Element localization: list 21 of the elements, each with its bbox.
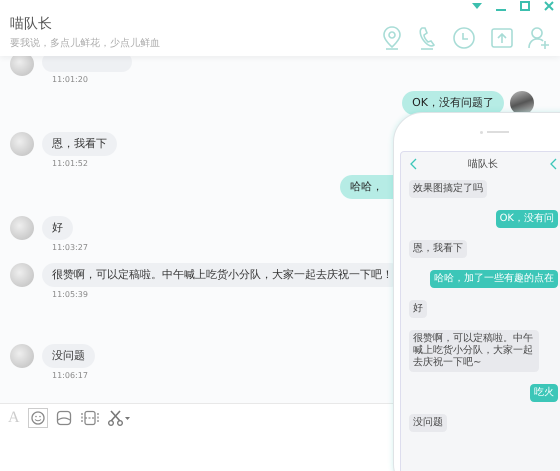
message-bubble: OK，没有问 [496,210,558,228]
message-bubble: 哈哈，加了一些有趣的点在 [430,270,558,288]
message-bubble: 好 [409,300,427,318]
message-bubble: 恩，我看下 [409,240,467,258]
message-bubble: 吃火 [530,384,558,402]
message-bubble: 哈哈， [340,175,393,199]
message-bubble: 恩，我看下 [42,132,117,156]
message-time: 11:01:20 [51,75,88,84]
phone-chat-title: 喵队长 [467,158,499,171]
chat-title: 喵队长 [10,15,53,33]
message-time: 11:06:17 [51,371,88,380]
message-time: 11:01:52 [51,159,88,168]
message-bubble: 没问题 [42,344,95,368]
message-time: 11:05:39 [51,290,88,299]
message-bubble: OK，没有问题了 [402,91,504,115]
message-time: 11:03:27 [51,243,88,252]
message-bubble: 好 [42,216,73,240]
message-bubble: 没问题 [409,414,447,432]
message-bubble: 很赞啊，可以定稿啦。中午喊上吃货小分队，大家一起去庆祝一下吧~ [409,330,539,372]
chat-subtitle: 要我说，多点儿鲜花，少点儿鲜血 [10,36,160,50]
message-bubble: 效果图搞定了吗 [409,180,487,198]
